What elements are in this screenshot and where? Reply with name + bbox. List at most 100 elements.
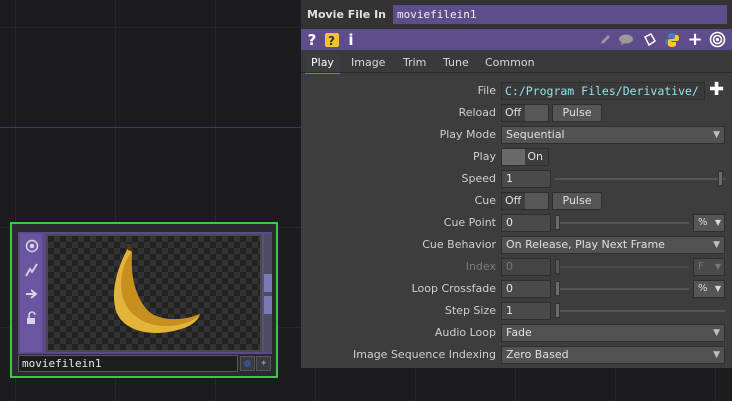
reload-toggle[interactable]: Off bbox=[501, 104, 549, 122]
tab-play[interactable]: Play bbox=[305, 54, 340, 74]
index-field: 0 bbox=[501, 258, 551, 276]
file-browse-icon[interactable]: ✚ bbox=[709, 81, 724, 99]
tab-trim[interactable]: Trim bbox=[397, 54, 432, 72]
render-flag-icon[interactable]: ✦ bbox=[256, 356, 271, 371]
clone-icon[interactable] bbox=[641, 29, 657, 50]
param-row-image-sequence-indexing: Image Sequence Indexing Zero Based ▼ bbox=[301, 344, 732, 366]
tab-tune[interactable]: Tune bbox=[437, 54, 475, 72]
play-mode-value: Sequential bbox=[506, 128, 565, 141]
param-row-play-mode: Play Mode Sequential ▼ bbox=[301, 124, 732, 146]
lock-icon[interactable] bbox=[22, 308, 42, 328]
param-row-step-size: Step Size 1 bbox=[301, 300, 732, 322]
help-icon[interactable]: ? bbox=[305, 29, 319, 50]
param-label-cue: Cue bbox=[474, 194, 496, 207]
param-row-reload: Reload Off Pulse bbox=[301, 102, 732, 124]
reload-toggle-state: Off bbox=[505, 106, 522, 119]
scroll-thumb-upper[interactable] bbox=[264, 274, 272, 292]
param-label-index: Index bbox=[465, 260, 496, 273]
tab-common[interactable]: Common bbox=[479, 54, 541, 72]
parameter-panel: Movie File In moviefilein1 ? ? i + Play … bbox=[301, 0, 732, 368]
reload-toggle-knob bbox=[525, 105, 548, 121]
cue-point-field[interactable]: 0 bbox=[501, 214, 551, 232]
network-divider-line bbox=[0, 127, 310, 128]
image-sequence-indexing-value: Zero Based bbox=[506, 348, 569, 361]
loop-crossfade-slider-track[interactable] bbox=[555, 288, 689, 290]
param-row-file: File C:/Program Files/Derivative/ ✚ bbox=[301, 80, 732, 102]
moviefilein-node[interactable]: moviefilein1 ✦ bbox=[10, 222, 278, 378]
loop-crossfade-unit-menu[interactable]: % ▼ bbox=[693, 280, 725, 298]
cook-icon[interactable] bbox=[22, 260, 42, 280]
param-row-audio-loop: Audio Loop Fade ▼ bbox=[301, 322, 732, 344]
python-help-icon[interactable]: ? bbox=[323, 29, 341, 50]
step-size-slider-handle[interactable] bbox=[555, 303, 560, 318]
index-slider-handle bbox=[555, 259, 560, 274]
viewer-icon[interactable] bbox=[707, 29, 727, 50]
play-toggle[interactable]: On bbox=[501, 148, 549, 166]
speed-field[interactable]: 1 bbox=[501, 170, 551, 188]
play-toggle-knob bbox=[502, 149, 525, 165]
comment-icon[interactable] bbox=[617, 29, 635, 50]
viewer-active-icon[interactable] bbox=[22, 236, 42, 256]
param-row-play: Play On bbox=[301, 146, 732, 168]
reload-pulse-button[interactable]: Pulse bbox=[552, 104, 602, 122]
param-label-step-size: Step Size bbox=[444, 304, 496, 317]
loop-crossfade-slider-handle[interactable] bbox=[555, 281, 560, 296]
param-label-cue-behavior: Cue Behavior bbox=[422, 238, 496, 251]
cue-behavior-value: On Release, Play Next Frame bbox=[506, 238, 665, 251]
edit-icon[interactable] bbox=[597, 29, 613, 50]
chevron-down-icon: ▼ bbox=[714, 218, 721, 227]
tab-image[interactable]: Image bbox=[345, 54, 391, 72]
audio-loop-menu[interactable]: Fade ▼ bbox=[501, 324, 725, 342]
param-row-cue: Cue Off Pulse bbox=[301, 190, 732, 212]
scroll-thumb-lower[interactable] bbox=[264, 296, 272, 314]
node-viewer[interactable] bbox=[46, 234, 262, 352]
image-sequence-indexing-menu[interactable]: Zero Based ▼ bbox=[501, 346, 725, 364]
play-mode-menu[interactable]: Sequential ▼ bbox=[501, 126, 725, 144]
file-path-field[interactable]: C:/Program Files/Derivative/ bbox=[501, 82, 705, 100]
node-viewer-scrollbar[interactable] bbox=[264, 234, 272, 352]
param-label-reload: Reload bbox=[458, 106, 496, 119]
param-row-cue-point: Cue Point 0 % ▼ bbox=[301, 212, 732, 234]
cue-point-unit-menu[interactable]: % ▼ bbox=[693, 214, 725, 232]
loop-crossfade-field[interactable]: 0 bbox=[501, 280, 551, 298]
param-row-speed: Speed 1 bbox=[301, 168, 732, 190]
node-name-label[interactable]: moviefilein1 bbox=[18, 355, 238, 372]
cue-point-unit: % bbox=[698, 217, 708, 228]
cue-toggle-knob bbox=[525, 193, 548, 209]
step-size-slider-track[interactable] bbox=[555, 310, 725, 312]
chevron-down-icon: ▼ bbox=[713, 350, 720, 360]
python-icon[interactable] bbox=[663, 29, 681, 50]
param-label-audio-loop: Audio Loop bbox=[434, 326, 496, 339]
step-size-field[interactable]: 1 bbox=[501, 302, 551, 320]
param-label-play-mode: Play Mode bbox=[439, 128, 496, 141]
speed-slider-track[interactable] bbox=[555, 178, 725, 180]
param-row-index: Index 0 F ▼ bbox=[301, 256, 732, 278]
cue-point-slider-track[interactable] bbox=[555, 222, 689, 224]
loop-crossfade-unit: % bbox=[698, 283, 708, 294]
chevron-down-icon: ▼ bbox=[714, 262, 721, 271]
param-label-play: Play bbox=[473, 150, 496, 163]
index-unit: F bbox=[698, 261, 704, 272]
op-type-label: Movie File In bbox=[307, 8, 387, 21]
export-icon[interactable] bbox=[22, 284, 42, 304]
banana-image bbox=[113, 244, 200, 334]
add-icon[interactable]: + bbox=[687, 29, 703, 50]
cue-point-slider-handle[interactable] bbox=[555, 215, 560, 230]
info-icon[interactable]: i bbox=[345, 29, 357, 50]
node-sidebar bbox=[20, 234, 42, 352]
chevron-down-icon: ▼ bbox=[713, 240, 720, 250]
param-label-image-sequence-indexing: Image Sequence Indexing bbox=[353, 348, 496, 361]
cue-behavior-menu[interactable]: On Release, Play Next Frame ▼ bbox=[501, 236, 725, 254]
cue-toggle[interactable]: Off bbox=[501, 192, 549, 210]
speed-slider-handle[interactable] bbox=[718, 171, 723, 186]
param-label-speed: Speed bbox=[461, 172, 496, 185]
cue-pulse-button[interactable]: Pulse bbox=[552, 192, 602, 210]
display-flag-icon[interactable] bbox=[240, 356, 255, 371]
panel-toolbar: ? ? i + bbox=[301, 29, 732, 50]
param-label-loop-crossfade: Loop Crossfade bbox=[411, 282, 496, 295]
param-label-file: File bbox=[477, 84, 496, 97]
chevron-down-icon: ▼ bbox=[714, 284, 721, 293]
param-label-cue-point: Cue Point bbox=[443, 216, 496, 229]
chevron-down-icon: ▼ bbox=[713, 130, 720, 140]
op-name-field[interactable]: moviefilein1 bbox=[393, 5, 727, 24]
